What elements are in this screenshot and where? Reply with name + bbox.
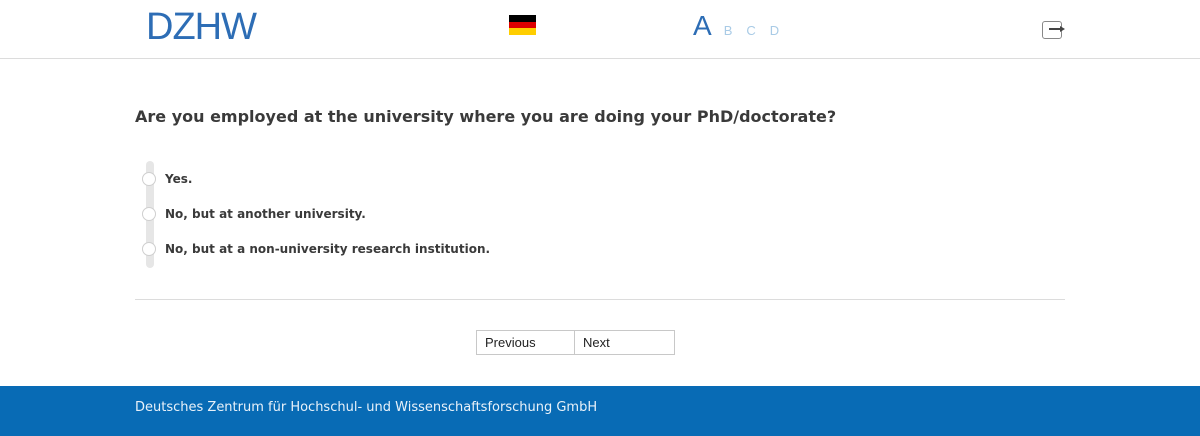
font-size-b[interactable]: B bbox=[724, 23, 733, 38]
font-size-c[interactable]: C bbox=[746, 23, 755, 38]
radio-button[interactable] bbox=[142, 207, 156, 221]
font-size-d[interactable]: D bbox=[770, 23, 779, 38]
font-size-selector: A B C D bbox=[693, 10, 793, 42]
logout-icon[interactable] bbox=[1042, 21, 1065, 39]
option-label[interactable]: No, but at a non-university research ins… bbox=[165, 242, 490, 256]
radio-button[interactable] bbox=[142, 172, 156, 186]
option-label[interactable]: No, but at another university. bbox=[165, 207, 366, 221]
option-non-university-institution[interactable]: No, but at a non-university research ins… bbox=[142, 240, 490, 258]
footer-text: Deutsches Zentrum für Hochschul- und Wis… bbox=[135, 400, 598, 415]
flag-stripe-red bbox=[509, 21, 536, 29]
footer: Deutsches Zentrum für Hochschul- und Wis… bbox=[0, 386, 1200, 436]
flag-stripe-black bbox=[509, 15, 536, 22]
option-label[interactable]: Yes. bbox=[165, 172, 192, 186]
next-button[interactable]: Next bbox=[575, 330, 675, 355]
divider bbox=[135, 299, 1065, 300]
header: DZHW A B C D bbox=[0, 0, 1200, 59]
german-flag-icon[interactable] bbox=[509, 15, 536, 36]
option-another-university[interactable]: No, but at another university. bbox=[142, 205, 366, 223]
font-size-a[interactable]: A bbox=[693, 10, 712, 42]
dzhw-logo[interactable]: DZHW bbox=[146, 7, 257, 47]
previous-button[interactable]: Previous bbox=[476, 330, 575, 355]
option-yes[interactable]: Yes. bbox=[142, 170, 192, 188]
question-text: Are you employed at the university where… bbox=[135, 107, 837, 126]
flag-stripe-gold bbox=[509, 28, 536, 36]
navigation-buttons: Previous Next bbox=[476, 330, 675, 355]
radio-button[interactable] bbox=[142, 242, 156, 256]
